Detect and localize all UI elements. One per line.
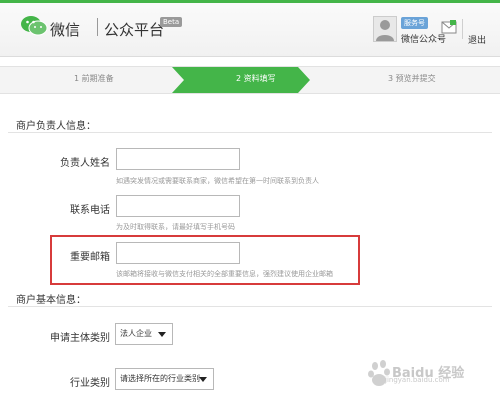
watermark-url: jingyan.baidu.com [385, 376, 450, 384]
email-hint: 该邮箱将接收与微信支付相关的全部重要信息，强烈建议使用企业邮箱 [116, 270, 333, 278]
name-input[interactable] [116, 148, 240, 170]
account-name-link[interactable]: 微信公众号 [401, 32, 446, 45]
email-input[interactable] [116, 242, 240, 264]
beta-badge: Beta [160, 17, 183, 27]
dropdown-arrow-icon [199, 377, 207, 382]
service-account-badge: 服务号 [401, 17, 428, 29]
section-divider [8, 306, 492, 307]
platform-title: 公众平台 [104, 21, 165, 39]
name-label: 负责人姓名 [60, 158, 110, 169]
step-fill-info: 2 资料填写 [236, 74, 276, 83]
entity-type-label: 申请主体类别 [50, 333, 110, 344]
email-label: 重要邮箱 [70, 252, 110, 263]
brand-divider [97, 18, 98, 36]
phone-hint: 为及时取得联系，请最好填写手机号码 [116, 223, 235, 231]
industry-label: 行业类别 [70, 378, 110, 389]
logout-link[interactable]: 退出 [468, 33, 486, 46]
industry-value: 请选择所在的行业类别 [120, 374, 200, 383]
avatar[interactable] [373, 16, 397, 42]
section-divider [8, 132, 492, 133]
industry-select[interactable]: 请选择所在的行业类别 [115, 368, 214, 390]
step-preview-submit: 3 预览并提交 [388, 74, 436, 83]
user-silhouette-icon [376, 20, 394, 41]
wechat-logo-icon [21, 16, 48, 36]
mail-icon[interactable] [441, 20, 457, 34]
phone-input[interactable] [116, 195, 240, 217]
contact-section-title: 商户负责人信息： [16, 121, 96, 132]
progress-steps: 1 前期准备 2 资料填写 3 预览并提交 [0, 66, 500, 94]
name-hint: 如遇突发情况或需要联系商家，微信希望在第一时间联系到负责人 [116, 177, 319, 185]
step-prepare: 1 前期准备 [74, 74, 114, 83]
header-divider [462, 19, 463, 39]
entity-type-select[interactable]: 法人企业 [115, 323, 173, 345]
basic-section-title: 商户基本信息： [16, 295, 86, 306]
entity-type-value: 法人企业 [120, 329, 152, 338]
phone-label: 联系电话 [70, 205, 110, 216]
brand-name: 微信 [50, 21, 81, 39]
top-bar: 微信 公众平台 Beta 服务号 微信公众号 退出 [0, 0, 500, 57]
dropdown-arrow-icon [158, 332, 166, 337]
